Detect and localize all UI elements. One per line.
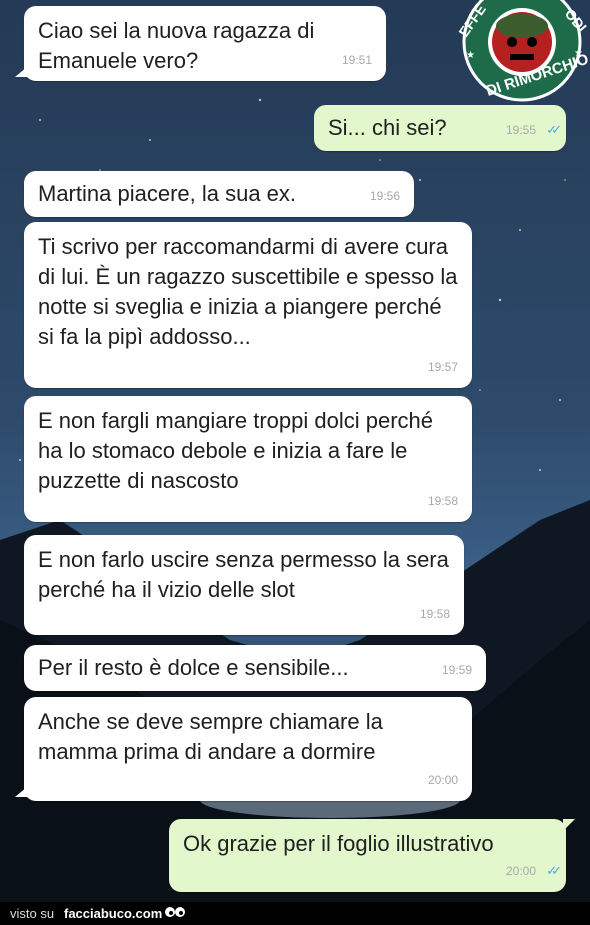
message-time: 19:58 [419,607,450,621]
message-bubble-outgoing[interactable]: Ok grazie per il foglio illustrativo 20:… [169,819,575,892]
footer-site[interactable]: facciabuco.com [64,902,162,925]
message-bubble-incoming[interactable]: Ti scrivo per raccomandarmi di avere cur… [24,222,472,388]
message-bubble-incoming[interactable]: Anche se deve sempre chiamare la mamma p… [15,697,472,801]
double-check-icon: ✓✓ [546,863,562,878]
svg-text:★: ★ [466,50,475,61]
eyes-icon [165,907,185,917]
message-time: 19:56 [369,189,400,203]
message-bubble-incoming[interactable]: E non fargli mangiare troppi dolci perch… [24,396,472,522]
message-text: Ok grazie per il foglio illustrativo [183,831,494,856]
message-text: Martina piacere, la sua ex. [38,181,297,206]
message-text: Ciao sei la nuova ragazza di Emanuele ve… [38,18,315,73]
message-text: Anche se deve sempre chiamare la mamma p… [38,709,383,764]
svg-text:★: ★ [574,48,583,59]
message-time: 19:55 [505,123,536,137]
watermark-footer: visto su facciabuco.com [0,902,590,925]
message-bubble-incoming[interactable]: Per il resto è dolce e sensibile... 19:5… [24,645,486,691]
bubble-tail [15,787,27,797]
message-time: 20:00 [505,864,536,878]
bubble-tail [563,819,575,831]
message-bubble-incoming[interactable]: Martina piacere, la sua ex. 19:56 [24,171,414,217]
message-time: 19:51 [341,53,372,67]
message-text: Per il resto è dolce e sensibile... [38,655,349,680]
message-time: 19:58 [427,494,458,508]
message-time: 19:59 [441,663,472,677]
message-bubble-incoming[interactable]: E non farlo uscire senza permesso la ser… [24,535,464,635]
footer-prefix: visto su [10,906,55,921]
message-time: 20:00 [427,773,458,787]
message-text: Ti scrivo per raccomandarmi di avere cur… [38,234,458,349]
bubble-tail [15,67,27,77]
double-check-icon: ✓✓ [546,122,562,137]
effetti-collaterali-logo: EFFE ODI DI RIMORCHIO ★ ★ [455,0,590,102]
message-text: E non fargli mangiare troppi dolci perch… [38,408,434,493]
message-bubble-incoming[interactable]: Ciao sei la nuova ragazza di Emanuele ve… [15,6,386,81]
message-bubble-outgoing[interactable]: Si... chi sei? 19:55 ✓✓ [314,105,566,151]
message-text: E non farlo uscire senza permesso la ser… [38,547,449,602]
message-time: 19:57 [427,360,458,374]
